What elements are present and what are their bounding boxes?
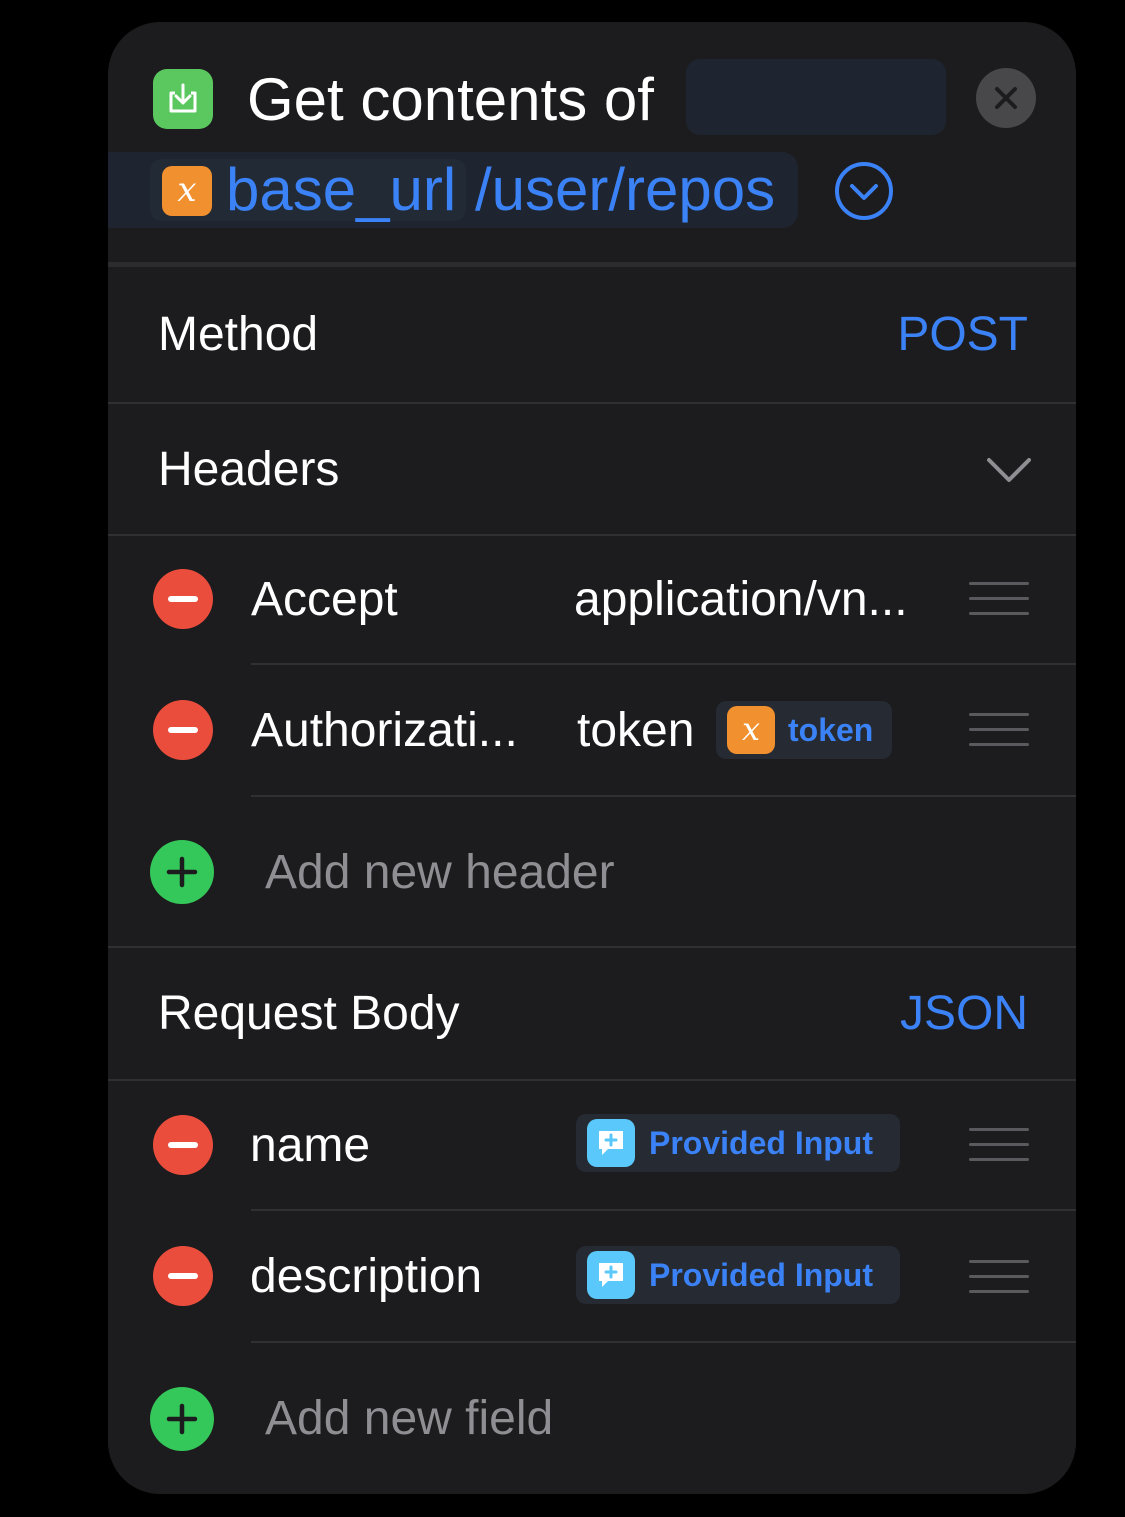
header-value[interactable]: token [577,701,694,761]
header-value[interactable]: application/vn... [574,570,908,630]
drag-handle-icon[interactable] [969,1260,1029,1294]
add-field-button[interactable] [150,1387,214,1451]
field-key[interactable]: description [250,1247,482,1307]
token-variable-label: token [788,712,874,748]
close-icon [995,87,1017,109]
body-field-item: description Provided Input [108,1211,1076,1341]
remove-header-button[interactable] [153,700,213,760]
request-body-row[interactable]: Request Body JSON [108,948,1076,1080]
remove-header-button[interactable] [153,569,213,629]
add-field-label[interactable]: Add new field [265,1389,553,1449]
headers-row[interactable]: Headers [108,404,1076,536]
request-body-label: Request Body [158,987,460,1040]
body-field-item: name Provided Input [108,1081,1076,1209]
expand-button[interactable] [834,161,894,221]
drag-handle-icon[interactable] [969,582,1029,616]
remove-field-button[interactable] [153,1246,213,1306]
request-body-type[interactable]: JSON [900,984,1028,1044]
close-button[interactable] [976,68,1036,128]
action-header: Get contents of x base_url /user/repos [108,22,1076,262]
chevron-down-icon[interactable] [986,456,1032,484]
field-key[interactable]: name [250,1116,370,1176]
provided-input-label: Provided Input [649,1125,873,1161]
method-label: Method [158,308,319,361]
method-row[interactable]: Method POST [108,267,1076,402]
header-key[interactable]: Accept [251,570,398,630]
provided-input-chip[interactable]: Provided Input [576,1114,900,1172]
add-field-row[interactable]: Add new field [108,1343,1076,1493]
action-title: Get contents of [247,66,654,133]
header-item: Accept application/vn... [108,536,1076,664]
action-card: Get contents of x base_url /user/repos M… [108,22,1076,1494]
drag-handle-icon[interactable] [969,713,1029,747]
provided-input-icon [587,1251,635,1299]
plus-icon [166,856,198,888]
provided-input-chip[interactable]: Provided Input [576,1246,900,1304]
header-item: Authorizati... token x token [108,665,1076,795]
token-variable-chip[interactable]: x token [716,701,892,759]
plus-icon [166,1403,198,1435]
header-key[interactable]: Authorizati... [251,701,518,761]
add-header-button[interactable] [150,840,214,904]
url-variable[interactable]: base_url [226,154,456,226]
download-icon [153,69,213,129]
method-value[interactable]: POST [897,305,1028,365]
redacted-region [686,59,946,135]
url-path[interactable]: /user/repos [475,154,775,226]
variable-icon: x [162,166,212,216]
provided-input-label: Provided Input [649,1257,873,1293]
chevron-down-circle-icon [835,162,893,220]
provided-input-icon [587,1119,635,1167]
remove-field-button[interactable] [153,1115,213,1175]
add-header-label[interactable]: Add new header [265,843,615,903]
drag-handle-icon[interactable] [969,1128,1029,1162]
headers-label: Headers [158,443,340,496]
add-header-row[interactable]: Add new header [108,797,1076,945]
variable-icon: x [727,706,775,754]
